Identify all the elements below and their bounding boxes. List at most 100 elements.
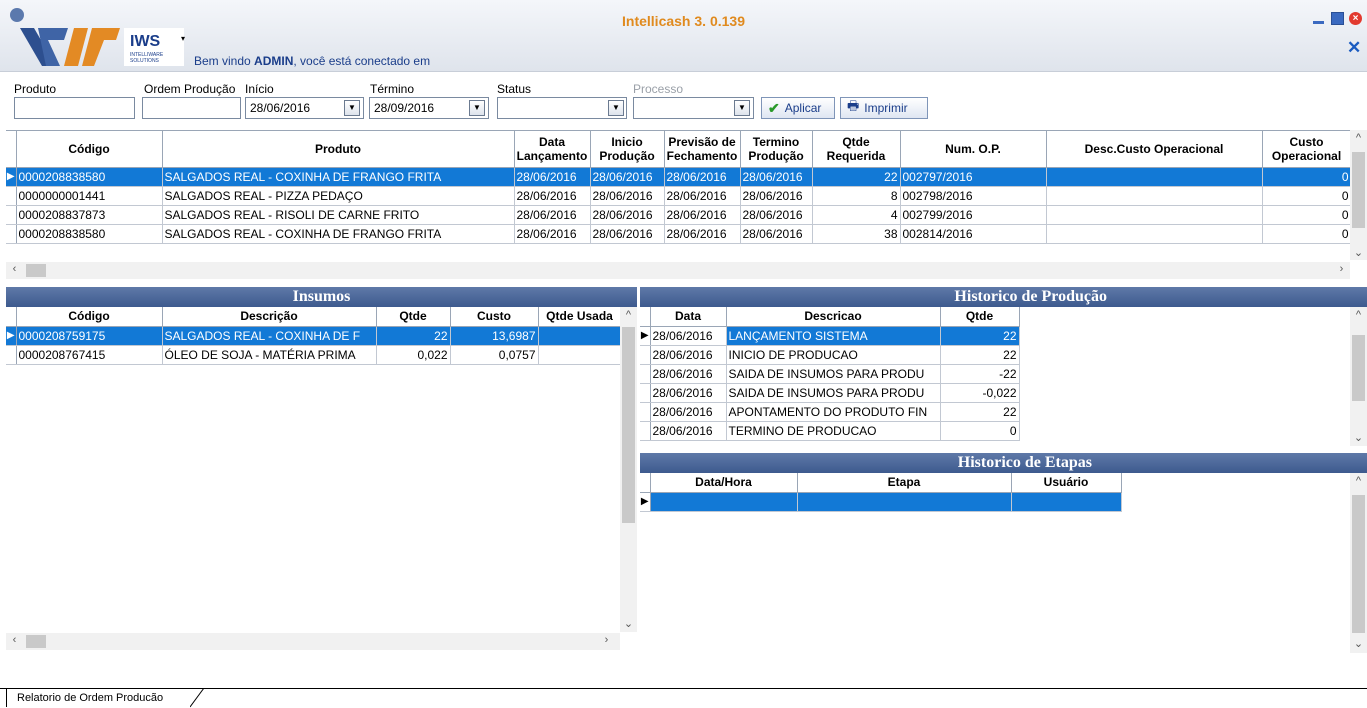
cell-custo: 13,6987 [450,326,539,346]
scroll-up-icon[interactable]: ^ [1350,475,1367,487]
close-form-icon[interactable]: ✕ [1347,38,1361,58]
insumos-header-indicator [6,307,17,327]
col-previsao-fechamento[interactable]: Previsão de Fechamento [664,131,741,168]
col-qtde-usada[interactable]: Qtde Usada [538,307,621,327]
cell-etapa [797,492,1012,512]
scroll-thumb[interactable] [1352,152,1365,228]
col-codigo[interactable]: Código [16,307,163,327]
col-qtde[interactable]: Qtde [376,307,451,327]
tab-relatorio[interactable]: Relatorio de Ordem Producão [6,689,172,707]
scroll-right-icon[interactable]: › [598,634,615,646]
col-termino-producao[interactable]: Termino Produção [740,131,813,168]
col-produto[interactable]: Produto [162,131,515,168]
row-indicator [640,364,651,384]
aplicar-button[interactable]: ✔ Aplicar [761,97,835,119]
table-row[interactable]: ▶ 28/06/2016 LANÇAMENTO SISTEMA 22 [640,326,1020,346]
table-row[interactable]: 0000000001441 SALGADOS REAL - PIZZA PEDA… [6,186,1351,206]
col-descricao[interactable]: Descrição [162,307,377,327]
insumos-vertical-scrollbar[interactable]: ^ ⌄ [620,307,637,632]
cell-qtde: 0 [940,421,1020,441]
printer-icon: 🖶 [847,98,860,113]
scroll-down-icon[interactable]: ⌄ [1350,431,1367,444]
row-indicator [6,205,17,225]
cell-previsao: 28/06/2016 [664,186,741,206]
col-qtde-requerida[interactable]: Qtde Requerida [812,131,901,168]
status-dropdown-icon[interactable]: ▼ [608,100,624,116]
col-custo[interactable]: Custo [450,307,539,327]
col-inicio-producao[interactable]: Inicio Produção [590,131,665,168]
col-data-hora[interactable]: Data/Hora [650,473,798,493]
col-usuario[interactable]: Usuário [1011,473,1122,493]
col-descricao[interactable]: Descricao [726,307,941,327]
col-num-op[interactable]: Num. O.P. [900,131,1047,168]
col-etapa[interactable]: Etapa [797,473,1012,493]
cell-codigo: 0000208759175 [16,326,163,346]
col-qtde[interactable]: Qtde [940,307,1020,327]
scroll-thumb[interactable] [26,264,46,277]
scroll-thumb[interactable] [26,635,46,648]
cell-descricao: TERMINO DE PRODUCAO [726,421,941,441]
scroll-left-icon[interactable]: ‹ [6,263,23,275]
orders-vertical-scrollbar[interactable]: ^ ⌄ [1350,130,1367,260]
col-codigo[interactable]: Código [16,131,163,168]
table-row[interactable]: 0000208767415 ÓLEO DE SOJA - MATÉRIA PRI… [6,345,621,365]
etapas-vertical-scrollbar[interactable]: ^ ⌄ [1350,473,1367,653]
cell-produto: SALGADOS REAL - COXINHA DE FRANGO FRITA [162,167,515,187]
imprimir-button[interactable]: 🖶 Imprimir [840,97,928,119]
scroll-thumb[interactable] [1352,495,1365,633]
cell-termino: 28/06/2016 [740,224,813,244]
cell-custo: 0 [1262,186,1351,206]
cell-descricao: LANÇAMENTO SISTEMA [726,326,941,346]
scroll-up-icon[interactable]: ^ [1350,132,1367,144]
table-row[interactable]: 0000208838580 SALGADOS REAL - COXINHA DE… [6,224,1351,244]
menu-chevron-icon[interactable]: ▾ [181,34,185,43]
inicio-label: Início [245,82,274,96]
historico-vertical-scrollbar[interactable]: ^ ⌄ [1350,307,1367,446]
scroll-up-icon[interactable]: ^ [620,309,637,321]
logo-text: IWS [130,33,161,50]
cell-descricao: ÓLEO DE SOJA - MATÉRIA PRIMA [162,345,377,365]
minimize-icon[interactable] [1312,12,1325,25]
insumos-horizontal-scrollbar[interactable]: ‹ › [6,633,620,650]
orders-horizontal-scrollbar[interactable]: ‹ › [6,262,1350,279]
processo-dropdown-icon[interactable]: ▼ [734,100,750,116]
etapas-table: Data/Hora Etapa Usuário ▶ [640,473,1122,512]
scroll-left-icon[interactable]: ‹ [6,634,23,646]
ordem-producao-input[interactable] [142,97,241,119]
cell-qtde-usada [538,345,621,365]
row-indicator-icon: ▶ [6,167,17,187]
orders-header-indicator [6,131,17,168]
cell-inicio: 28/06/2016 [590,167,665,187]
col-data-lancamento[interactable]: Data Lançamento [514,131,591,168]
table-row[interactable]: 28/06/2016 TERMINO DE PRODUCAO 0 [640,421,1020,441]
orders-grid: Código Produto Data Lançamento Inicio Pr… [6,130,1351,246]
scroll-right-icon[interactable]: › [1333,263,1350,275]
scroll-down-icon[interactable]: ⌄ [1350,246,1367,259]
table-row[interactable]: 28/06/2016 SAIDA DE INSUMOS PARA PRODU -… [640,383,1020,403]
inicio-dropdown-icon[interactable]: ▼ [344,100,360,116]
table-row[interactable]: ▶ 0000208759175 SALGADOS REAL - COXINHA … [6,326,621,346]
col-desc-custo[interactable]: Desc.Custo Operacional [1046,131,1263,168]
cell-usuario [1011,492,1122,512]
cell-produto: SALGADOS REAL - RISOLI DE CARNE FRITO [162,205,515,225]
table-row[interactable]: 0000208837873 SALGADOS REAL - RISOLI DE … [6,205,1351,225]
col-data[interactable]: Data [650,307,727,327]
termino-dropdown-icon[interactable]: ▼ [469,100,485,116]
cell-descricao: SAIDA DE INSUMOS PARA PRODU [726,383,941,403]
produto-input[interactable] [14,97,135,119]
maximize-icon[interactable] [1331,12,1344,25]
scroll-up-icon[interactable]: ^ [1350,309,1367,321]
table-row[interactable]: 28/06/2016 INICIO DE PRODUCAO 22 [640,345,1020,365]
scroll-down-icon[interactable]: ⌄ [1350,637,1367,650]
table-row[interactable]: 28/06/2016 SAIDA DE INSUMOS PARA PRODU -… [640,364,1020,384]
scroll-thumb[interactable] [622,327,635,523]
table-row[interactable]: ▶ 0000208838580 SALGADOS REAL - COXINHA … [6,167,1351,187]
scroll-down-icon[interactable]: ⌄ [620,617,637,630]
table-row[interactable]: 28/06/2016 APONTAMENTO DO PRODUTO FIN 22 [640,402,1020,422]
col-custo-operacional[interactable]: Custo Operacional [1262,131,1351,168]
scroll-thumb[interactable] [1352,335,1365,401]
cell-termino: 28/06/2016 [740,167,813,187]
table-row[interactable]: ▶ [640,492,1122,512]
close-icon[interactable]: × [1349,12,1362,25]
historico-header-indicator [640,307,651,327]
